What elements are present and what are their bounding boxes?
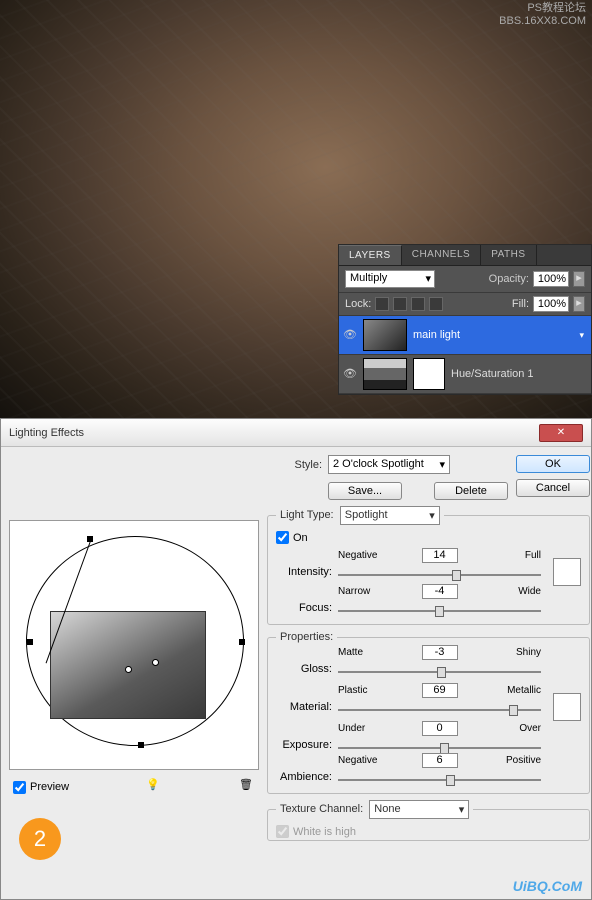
lock-all-icon[interactable] <box>429 297 443 311</box>
close-icon[interactable]: ✕ <box>539 424 583 442</box>
watermark-bottom: UiBQ.CoM <box>513 878 582 894</box>
handle[interactable] <box>138 742 144 748</box>
ambience-label: Ambience: <box>276 771 332 783</box>
gloss-label: Gloss: <box>276 663 332 675</box>
ambience-value[interactable]: 6 <box>422 753 458 768</box>
handle[interactable] <box>239 639 245 645</box>
cancel-button[interactable]: Cancel <box>516 479 590 497</box>
style-label: Style: <box>267 459 322 471</box>
ambience-slider[interactable]: Negative 6 Positive <box>338 769 541 785</box>
save-button[interactable]: Save... <box>328 482 402 500</box>
trash-icon[interactable]: 🗑 <box>237 778 255 796</box>
material-slider[interactable]: Plastic 69 Metallic <box>338 699 541 715</box>
lock-transparency-icon[interactable] <box>375 297 389 311</box>
handle[interactable] <box>87 536 93 542</box>
opacity-input[interactable]: 100% <box>533 271 569 287</box>
light-center[interactable] <box>125 666 132 673</box>
smart-object-icon[interactable]: ▾ <box>576 330 587 341</box>
intensity-value[interactable]: 14 <box>422 548 458 563</box>
dialog-titlebar[interactable]: Lighting Effects ✕ <box>1 419 591 447</box>
ok-button[interactable]: OK <box>516 455 590 473</box>
properties-group: Properties: Gloss: Matte -3 Shiny Materi… <box>267 631 590 794</box>
delete-button[interactable]: Delete <box>434 482 508 500</box>
light-origin[interactable] <box>152 659 159 666</box>
layer-thumbnail[interactable] <box>363 319 407 351</box>
exposure-label: Exposure: <box>276 739 332 751</box>
on-checkbox[interactable]: On <box>276 531 581 544</box>
light-type-group: Light Type: Spotlight On Intensity: Nega… <box>267 506 590 625</box>
dialog-title: Lighting Effects <box>9 427 539 439</box>
lighting-effects-dialog: Lighting Effects ✕ Preview 💡 🗑 <box>0 418 592 900</box>
intensity-slider[interactable]: Negative 14 Full <box>338 564 541 580</box>
light-type-select[interactable]: Spotlight <box>340 506 440 525</box>
lock-pixels-icon[interactable] <box>393 297 407 311</box>
exposure-value[interactable]: 0 <box>422 721 458 736</box>
layer-row[interactable]: 👁 Hue/Saturation 1 <box>339 355 591 394</box>
ambient-color-swatch[interactable] <box>553 693 581 721</box>
lightbulb-icon[interactable]: 💡 <box>144 778 162 796</box>
style-select[interactable]: 2 O'clock Spotlight <box>328 455 450 474</box>
visibility-icon[interactable]: 👁 <box>343 367 357 381</box>
layer-name[interactable]: Hue/Saturation 1 <box>451 368 587 380</box>
tab-channels[interactable]: CHANNELS <box>402 245 481 265</box>
lock-label: Lock: <box>345 298 371 310</box>
gloss-value[interactable]: -3 <box>422 645 458 660</box>
material-value[interactable]: 69 <box>422 683 458 698</box>
texture-channel-select[interactable]: None <box>369 800 469 819</box>
visibility-icon[interactable]: 👁 <box>343 328 357 342</box>
lock-row: Lock: Fill: 100% ▸ <box>339 293 591 316</box>
adjustment-thumbnail[interactable] <box>363 358 407 390</box>
intensity-label: Intensity: <box>276 566 332 578</box>
layer-list: 👁 main light ▾ 👁 Hue/Saturation 1 <box>339 316 591 394</box>
focus-value[interactable]: -4 <box>422 584 458 599</box>
opacity-flyout[interactable]: ▸ <box>573 271 585 287</box>
watermark-top: PS教程论坛 BBS.16XX8.COM <box>499 2 586 28</box>
panel-tabs: LAYERS CHANNELS PATHS <box>339 245 591 266</box>
focus-slider[interactable]: Narrow -4 Wide <box>338 600 541 616</box>
white-is-high-checkbox: White is high <box>276 825 581 838</box>
tab-layers[interactable]: LAYERS <box>339 245 402 265</box>
step-badge: 2 <box>19 818 61 860</box>
fill-label: Fill: <box>512 298 529 310</box>
opacity-label: Opacity: <box>489 273 529 285</box>
focus-label: Focus: <box>276 602 332 614</box>
blend-mode-select[interactable]: Multiply <box>345 270 435 288</box>
preview-checkbox[interactable]: Preview <box>13 781 69 794</box>
texture-channel-group: Texture Channel: None White is high <box>267 800 590 841</box>
preview-rect <box>50 611 206 719</box>
fill-input[interactable]: 100% <box>533 296 569 312</box>
layers-panel: LAYERS CHANNELS PATHS Multiply Opacity: … <box>338 244 592 395</box>
lighting-preview[interactable] <box>9 520 259 770</box>
layer-mask[interactable] <box>413 358 445 390</box>
gloss-slider[interactable]: Matte -3 Shiny <box>338 661 541 677</box>
fill-flyout[interactable]: ▸ <box>573 296 585 312</box>
tab-paths[interactable]: PATHS <box>481 245 536 265</box>
handle[interactable] <box>27 639 33 645</box>
exposure-slider[interactable]: Under 0 Over <box>338 737 541 753</box>
blend-row: Multiply Opacity: 100% ▸ <box>339 266 591 293</box>
layer-name[interactable]: main light <box>413 329 570 341</box>
layer-row[interactable]: 👁 main light ▾ <box>339 316 591 355</box>
lock-position-icon[interactable] <box>411 297 425 311</box>
material-label: Material: <box>276 701 332 713</box>
light-color-swatch[interactable] <box>553 558 581 586</box>
